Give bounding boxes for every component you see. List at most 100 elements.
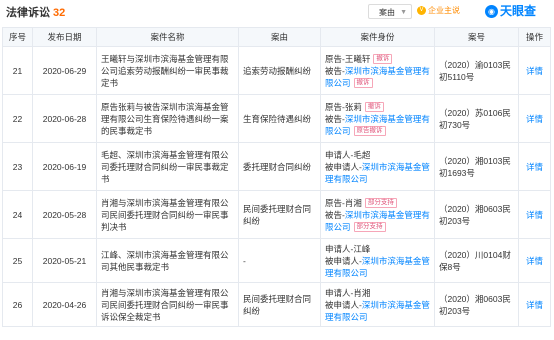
case-name-link[interactable]: 王曦轩与深圳市滨海基金管理有限公司追索劳动报酬纠纷一审民事裁定书 [101,54,229,88]
result-tag: 部分支持 [364,198,397,209]
case-reason: - [238,238,321,283]
row-number: 23 [2,142,33,191]
table-row: 24 2020-05-28 肖湘与深圳市滨海基金管理有限公司民间委托理财合同纠纷一审… [2,190,551,239]
party-role: 原告-张莉 [325,101,362,112]
case-parties: 申请人-毛超 被申请人-深圳市滨海基金管理有限公司 [320,142,435,191]
case-name: 原告张莉与被告深圳市滨海基金管理有限公司生育保险待遇纠纷一案的民事裁定书 [96,94,239,143]
party-role: 申请人-肖湘 [325,287,371,298]
details-link[interactable]: 详情 [526,114,543,124]
case-parties: 申请人-江峰 被申请人-深圳市滨海基金管理有限公司 [320,238,435,283]
publish-date: 2020-06-29 [32,46,97,95]
case-parties: 原告-张莉 撤诉 被告-深圳市滨海基金管理有限公司 原告撤诉 [320,94,435,143]
party-line: 原告-王曦轩 撤诉 [325,53,430,65]
case-name-link[interactable]: 毛超、深圳市滨海基金管理有限公司委托理财合同纠纷一审民事裁定书 [101,150,229,184]
case-parties: 原告-王曦轩 撤诉 被告-深圳市滨海基金管理有限公司 撤诉 [320,46,435,95]
party-role: 申请人-江峰 [325,243,371,254]
party-line: 被申请人-深圳市滨海基金管理有限公司 [325,299,430,323]
section-title: 法律诉讼 32 [6,7,66,19]
case-name-link[interactable]: 肖湘与深圳市滨海基金管理有限公司民间委托理财合同纠纷一审民事诉讼保全裁定书 [101,288,229,322]
col-header: 案件名称 [96,27,239,47]
vip-link[interactable]: V 企业主说 [417,5,460,16]
case-parties: 原告-肖湘 部分支持 被告-深圳市滨海基金管理有限公司 部分支持 [320,190,435,239]
party-role: 被申请人- [325,255,362,266]
case-name: 肖湘与深圳市滨海基金管理有限公司民间委托理财合同纠纷一审民事判决书 [96,190,239,239]
table-row: 21 2020-06-29 王曦轩与深圳市滨海基金管理有限公司追索劳动报酬纠纷一审民… [2,46,551,95]
details-cell: 详情 [518,190,551,239]
party-role: 原告-王曦轩 [325,53,371,64]
vip-icon: V [417,6,426,16]
case-reason: 民间委托理财合同纠纷 [238,190,321,239]
publish-date: 2020-06-19 [32,142,97,191]
reason-dropdown[interactable]: 案由 ▼ [368,4,412,19]
case-number: （2020）湘0603民初203号 [434,190,519,239]
col-header: 发布日期 [32,27,97,47]
row-number: 24 [2,190,33,239]
case-reason: 委托理财合同纠纷 [238,142,321,191]
case-number: （2020）苏0106民初730号 [434,94,519,143]
case-count: 32 [53,7,66,19]
chevron-down-icon: ▼ [400,9,407,16]
case-name: 毛超、深圳市滨海基金管理有限公司委托理财合同纠纷一审民事裁定书 [96,142,239,191]
result-tag: 原告撤诉 [353,126,386,137]
row-number: 26 [2,282,33,327]
case-number: （2020）渝0103民初5110号 [434,46,519,95]
case-name: 王曦轩与深圳市滨海基金管理有限公司追索劳动报酬纠纷一审民事裁定书 [96,46,239,95]
case-number: （2020）湘0103民初1693号 [434,142,519,191]
table-row: 26 2020-04-26 肖湘与深圳市滨海基金管理有限公司民间委托理财合同纠纷一审… [2,282,551,327]
col-header: 案由 [238,27,321,47]
details-link[interactable]: 详情 [526,256,543,266]
details-link[interactable]: 详情 [526,66,543,76]
lawsuit-table: 序号 发布日期 案件名称 案由 案件身份 案号 操作 21 2020-06-29 王… [2,27,551,327]
result-tag: 撤诉 [373,54,393,65]
col-header: 操作 [518,27,551,47]
details-cell: 详情 [518,238,551,283]
table-header: 序号 发布日期 案件名称 案由 案件身份 案号 操作 [2,27,551,47]
case-number: （2020）湘0603民初203号 [434,282,519,327]
party-role: 被告- [325,113,345,124]
case-reason: 生育保险待遇纠纷 [238,94,321,143]
publish-date: 2020-06-28 [32,94,97,143]
publish-date: 2020-04-26 [32,282,97,327]
case-reason: 追索劳动报酬纠纷 [238,46,321,95]
case-name-link[interactable]: 肖湘与深圳市滨海基金管理有限公司民间委托理财合同纠纷一审民事判决书 [101,198,229,232]
eye-icon: ◉ [485,5,498,19]
publish-date: 2020-05-28 [32,190,97,239]
party-role: 被申请人- [325,299,362,310]
party-role: 申请人-毛超 [325,149,371,160]
table-row: 22 2020-06-28 原告张莉与被告深圳市滨海基金管理有限公司生育保险待遇纠纷… [2,94,551,143]
result-tag: 部分支持 [353,222,386,233]
case-parties: 申请人-肖湘 被申请人-深圳市滨海基金管理有限公司 [320,282,435,327]
party-line: 原告-肖湘 部分支持 [325,197,430,209]
party-role: 被告- [325,209,345,220]
details-cell: 详情 [518,94,551,143]
party-line: 被申请人-深圳市滨海基金管理有限公司 [325,161,430,185]
publish-date: 2020-05-21 [32,238,97,283]
row-number: 25 [2,238,33,283]
party-role: 原告-肖湘 [325,197,362,208]
case-reason: 民间委托理财合同纠纷 [238,282,321,327]
row-number: 22 [2,94,33,143]
case-name-link[interactable]: 江峰、深圳市滨海基金管理有限公司其他民事裁定书 [101,250,229,272]
details-cell: 详情 [518,282,551,327]
details-link[interactable]: 详情 [526,162,543,172]
result-tag: 撤诉 [364,102,384,113]
col-header: 序号 [2,27,33,47]
details-link[interactable]: 详情 [526,210,543,220]
top-bar: 法律诉讼 32 案由 ▼ V 企业主说 ◉ 天眼查 [0,0,554,26]
party-line: 原告-张莉 撤诉 [325,101,430,113]
party-role: 被告- [325,65,345,76]
brand-logo: ◉ 天眼查 [485,2,536,19]
party-line: 被告-深圳市滨海基金管理有限公司 部分支持 [325,209,430,233]
details-cell: 详情 [518,46,551,95]
party-line: 申请人-江峰 [325,243,430,255]
details-link[interactable]: 详情 [526,300,543,310]
case-number: （2020）川0104财保8号 [434,238,519,283]
case-name-link[interactable]: 原告张莉与被告深圳市滨海基金管理有限公司生育保险待遇纠纷一案的民事裁定书 [101,102,229,136]
party-line: 被告-深圳市滨海基金管理有限公司 撤诉 [325,65,430,89]
party-line: 申请人-毛超 [325,149,430,161]
table-row: 25 2020-05-21 江峰、深圳市滨海基金管理有限公司其他民事裁定书 - 申请人-… [2,238,551,283]
party-line: 被告-深圳市滨海基金管理有限公司 原告撤诉 [325,113,430,137]
table-row: 23 2020-06-19 毛超、深圳市滨海基金管理有限公司委托理财合同纠纷一审民事… [2,142,551,191]
case-name: 肖湘与深圳市滨海基金管理有限公司民间委托理财合同纠纷一审民事诉讼保全裁定书 [96,282,239,327]
result-tag: 撤诉 [353,78,373,89]
